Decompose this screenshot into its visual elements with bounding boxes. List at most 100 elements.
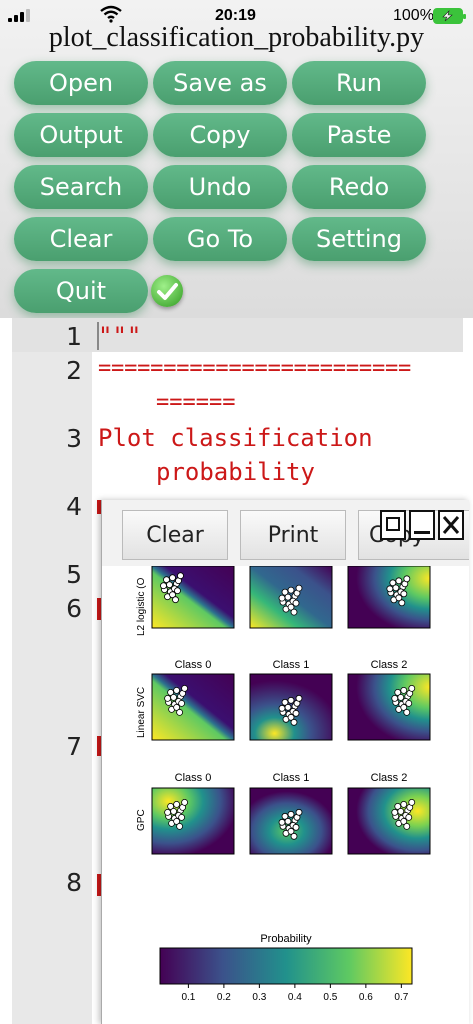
line-number: 2 — [66, 356, 82, 385]
close-icon[interactable] — [438, 510, 464, 540]
row-label: L2 logistic (O — [136, 577, 147, 636]
line-number: 5 — [66, 560, 82, 589]
sample-point — [174, 587, 181, 595]
sample-point — [397, 693, 405, 701]
go-to-button[interactable]: Go To — [153, 217, 287, 261]
sample-point — [278, 818, 286, 826]
sample-point — [278, 704, 286, 712]
sample-point — [403, 575, 411, 583]
probability-panel — [347, 673, 431, 741]
app-header: 20:19 100% plot_classification_probabili… — [0, 0, 473, 318]
line-number: 3 — [66, 424, 82, 453]
sample-point — [290, 832, 298, 840]
sample-point — [284, 593, 292, 601]
sample-point — [391, 694, 399, 702]
plot-window: Clear Print Copy — [101, 500, 469, 1024]
sample-point — [398, 599, 406, 607]
code-line: probability — [156, 458, 315, 486]
sample-point — [405, 813, 413, 821]
sample-point — [160, 582, 167, 590]
probability-panel — [347, 787, 431, 855]
file-title: plot_classification_probability.py — [48, 22, 425, 53]
sample-point — [287, 586, 295, 594]
sample-point — [284, 703, 292, 711]
code-line: Plot classification — [98, 424, 373, 452]
clear-button[interactable]: Clear — [14, 217, 148, 261]
class-title: Class 2 — [371, 772, 408, 784]
colorbar-tick-label: 0.7 — [394, 992, 408, 1003]
sample-point — [178, 813, 185, 821]
row-label: GPC — [136, 809, 147, 831]
sample-point — [164, 694, 171, 702]
sample-point — [292, 709, 300, 717]
redo-button[interactable]: Redo — [292, 165, 426, 209]
probability-panel — [151, 673, 235, 741]
sample-point — [181, 798, 188, 806]
line-number: 6 — [66, 594, 82, 623]
sample-point — [386, 585, 394, 593]
sample-point — [292, 599, 300, 607]
checkmark-icon — [151, 275, 183, 307]
open-button[interactable]: Open — [14, 61, 148, 105]
sample-point — [400, 687, 408, 694]
maximize-icon[interactable] — [380, 510, 406, 540]
sample-point — [278, 594, 286, 602]
class-title: Class 1 — [273, 659, 310, 671]
colorbar — [159, 947, 413, 985]
sample-point — [166, 581, 173, 589]
undo-button[interactable]: Undo — [153, 165, 287, 209]
sample-point — [287, 696, 295, 704]
row-label: Linear SVC — [136, 687, 147, 738]
sample-point — [392, 584, 400, 592]
colorbar-tick-label: 0.4 — [288, 992, 302, 1003]
sample-point — [170, 807, 177, 815]
class-title: Class 0 — [175, 659, 212, 671]
class-title: Class 2 — [371, 659, 408, 671]
plot-print-button[interactable]: Print — [240, 510, 346, 560]
search-button[interactable]: Search — [14, 165, 148, 209]
sample-point — [173, 800, 180, 808]
sample-point — [403, 708, 411, 716]
code-line: ====== — [156, 390, 236, 415]
sample-point — [395, 577, 403, 585]
colorbar-tick-label: 0.3 — [252, 992, 266, 1003]
sample-point — [295, 808, 303, 816]
sample-point — [172, 596, 179, 604]
output-button[interactable]: Output — [14, 113, 148, 157]
sample-point — [169, 574, 176, 582]
save-as-button[interactable]: Save as — [153, 61, 287, 105]
colorbar-tick-label: 0.1 — [181, 992, 195, 1003]
sample-point — [290, 718, 298, 726]
colorbar-tick-label: 0.2 — [217, 992, 231, 1003]
sample-point — [292, 823, 300, 831]
sample-point — [181, 685, 188, 692]
figure-canvas: L2 logistic (O Class 0 Class 1 Class 2 L… — [102, 565, 469, 1024]
sample-point — [178, 699, 185, 707]
code-line: ======================== — [98, 356, 412, 381]
wifi-icon — [100, 5, 122, 23]
plot-clear-button[interactable]: Clear — [122, 510, 228, 560]
classification-figure: L2 logistic (O Class 0 Class 1 Class 2 L… — [136, 565, 431, 1003]
sample-point — [176, 822, 183, 830]
setting-button[interactable]: Setting — [292, 217, 426, 261]
line-number: 4 — [66, 492, 82, 521]
minimize-icon[interactable] — [409, 510, 435, 540]
colorbar-tick-label: 0.5 — [323, 992, 337, 1003]
sample-point — [177, 572, 184, 580]
copy-button[interactable]: Copy — [153, 113, 287, 157]
sample-point — [408, 798, 416, 806]
sample-point — [295, 584, 303, 592]
paste-button[interactable]: Paste — [292, 113, 426, 157]
quit-button[interactable]: Quit — [14, 269, 148, 313]
sample-point — [287, 810, 295, 818]
sample-point — [176, 708, 183, 716]
sample-point — [405, 699, 413, 707]
colorbar-tick-label: 0.6 — [359, 992, 373, 1003]
sample-point — [170, 693, 177, 701]
line-number: 7 — [66, 732, 82, 761]
sample-point — [391, 808, 399, 816]
sample-point — [173, 687, 180, 694]
run-button[interactable]: Run — [292, 61, 426, 105]
signal-icon — [8, 8, 38, 22]
sample-point — [284, 817, 292, 825]
